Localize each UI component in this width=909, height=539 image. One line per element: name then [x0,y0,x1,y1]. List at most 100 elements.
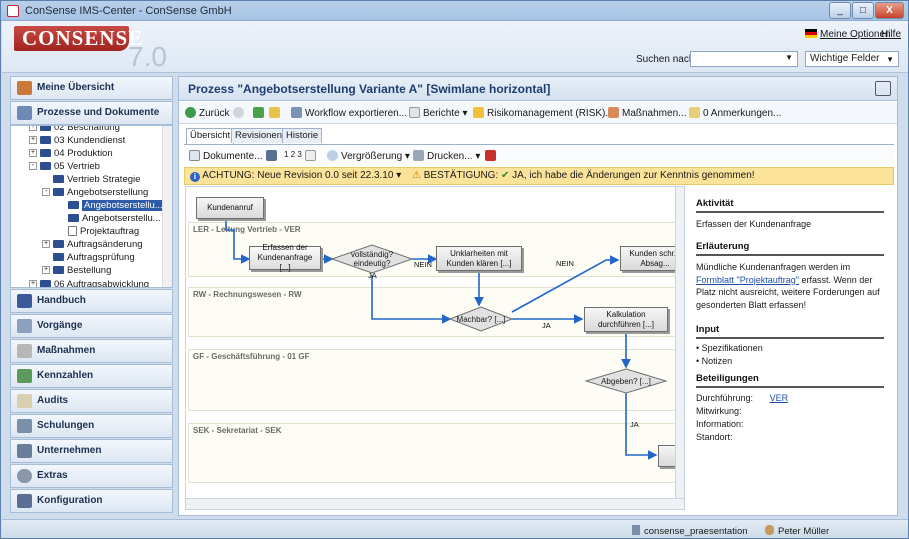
node-start[interactable]: Kundenanruf [196,197,264,219]
tab-revisions[interactable]: Revisionen [231,128,286,143]
print-button[interactable]: Drucken... ▾ [413,150,480,162]
numbering-button[interactable]: 1 2 3 [284,150,302,159]
nav-company[interactable]: Unternehmen [10,439,173,463]
forward-arrow-icon [233,107,244,118]
nav-processes-documents[interactable]: Prozesse und Dokumente [10,101,173,125]
risk-management-button[interactable]: Risikomanagement (RISK)... [473,107,614,119]
confirmation-link[interactable]: JA, ich habe die Änderungen zur Kenntnis… [512,170,754,181]
gateway-feasible-label: Machbar? [...] [456,314,506,324]
diagram-vertical-scrollbar[interactable] [675,187,684,499]
tree-item[interactable]: Auftragsprüfung [53,251,135,264]
node-calc[interactable]: Kalkulation durchführen [...] [584,307,668,332]
edge-label: JA [542,321,551,330]
nav-kpis[interactable]: Kennzahlen [10,364,173,388]
tab-overview[interactable]: Übersicht [186,128,235,144]
collapse-toggle[interactable]: - [42,188,50,197]
edge-label: NEIN [414,260,432,269]
nav-label: Handbuch [37,295,86,306]
hierarchy-button[interactable] [266,150,280,162]
nav-label: Unternehmen [37,445,102,456]
tree-item-label: 02 Beschaffung [54,125,120,133]
search-scope-select[interactable]: Wichtige Felder ▼ [805,51,899,67]
up-arrow-icon [253,107,264,118]
maximize-button[interactable]: □ [852,2,874,19]
diagram-layout-icon[interactable] [875,81,891,96]
book-icon [53,188,64,197]
diagram-horizontal-scrollbar[interactable] [186,498,684,509]
nav-label: Schulungen [37,420,95,431]
search-input[interactable]: ▼ [690,51,798,67]
workflow-export-button[interactable]: Workflow exportieren... [291,107,407,119]
tree-item-label: Bestellung [67,265,112,276]
tree-item-label: Auftragsänderung [67,239,143,250]
nav-extras[interactable]: Extras [10,464,173,488]
tree-item[interactable]: + Bestellung [42,264,111,277]
workflow-icon [291,107,302,118]
input-item: • Notizen [696,356,733,366]
collapse-toggle[interactable]: - [29,162,37,171]
back-button[interactable]: Zurück [185,107,230,119]
nav-configuration[interactable]: Konfiguration [10,489,173,513]
tree-item[interactable]: - Angebotserstellung [42,186,148,199]
documents-button[interactable]: Dokumente... [189,150,262,162]
reports-button[interactable]: Berichte ▾ [409,107,468,119]
pdf-icon [485,150,496,161]
help-link[interactable]: Hilfe [881,29,901,40]
lightning-icon [473,107,484,118]
favorite-button[interactable] [269,107,283,119]
tree-item[interactable]: Angebotserstellu... [68,212,161,225]
nav-label: Meine Übersicht [37,82,115,93]
measures-button[interactable]: Maßnahmen... [608,107,686,119]
node-clarify[interactable]: Unklarheiten mit Kunden klären [...] [436,246,522,271]
book-icon [40,136,51,145]
nav-processes-tasks[interactable]: Vorgänge [10,314,173,338]
nav-audits[interactable]: Audits [10,389,173,413]
company-icon [17,444,32,458]
nav-handbook[interactable]: Handbuch [10,289,173,313]
notes-button[interactable]: 0 Anmerkungen... [689,107,781,119]
nav-my-overview[interactable]: Meine Übersicht [10,76,173,100]
tree-item[interactable]: +04 Produktion [29,147,113,160]
search-scope-value: Wichtige Felder [810,53,880,64]
expand-toggle[interactable]: + [29,136,37,145]
forward-button[interactable] [233,107,247,119]
tree-scrollbar[interactable] [162,126,172,287]
up-button[interactable] [253,107,267,119]
attention-text[interactable]: ACHTUNG: Neue Revision 0.0 seit 22.3.10 [202,170,393,181]
zoom-button[interactable]: Vergrößerung ▾ [327,150,410,162]
database-icon [632,525,640,535]
tree-item[interactable]: + Auftragsänderung [42,238,143,251]
pdf-button[interactable] [485,150,499,162]
revision-warning-bar: i ACHTUNG: Neue Revision 0.0 seit 22.3.1… [184,167,894,185]
tree-item[interactable]: +06 Auftragsabwicklung [29,278,149,287]
nav-measures[interactable]: Maßnahmen [10,339,173,363]
close-button[interactable]: X [875,2,904,19]
copy-button[interactable] [305,150,319,162]
database-status: consense_praesentation [632,525,748,537]
expand-toggle[interactable]: + [29,126,37,132]
nav-label: Extras [37,470,68,481]
main-panel: Prozess "Angebotserstellung Variante A" … [178,76,898,516]
expand-toggle[interactable]: + [29,149,37,158]
tree-item[interactable]: Projektauftrag [68,225,139,238]
book-icon [53,240,64,249]
tree-item[interactable]: +03 Kundendienst [29,134,125,147]
tree-item-label: 03 Kundendienst [54,135,126,146]
status-bar: consense_praesentation Peter Müller [2,519,908,538]
expand-toggle[interactable]: + [42,240,50,249]
expand-toggle[interactable]: + [42,266,50,275]
node-capture[interactable]: Erfassen der Kundenanfrage [...] [249,243,321,272]
form-link[interactable]: Formblatt "Projektauftrag" [696,275,799,285]
tree-item[interactable]: +02 Beschaffung [29,125,120,134]
expand-toggle[interactable]: + [29,280,37,287]
tree-item[interactable]: Vertrieb Strategie [53,173,140,186]
participant-label: Durchführung: [696,393,754,403]
tree-item[interactable]: - 05 Vertrieb [29,160,100,173]
tree-item-selected[interactable]: Angebotserstellu... [68,199,165,212]
nav-label: Vorgänge [37,320,83,331]
nav-trainings[interactable]: Schulungen [10,414,173,438]
tab-history[interactable]: Historie [282,128,323,143]
minimize-button[interactable]: _ [829,2,851,19]
dropdown-arrow-icon: ▼ [785,53,793,62]
participant-link[interactable]: VER [770,393,789,403]
